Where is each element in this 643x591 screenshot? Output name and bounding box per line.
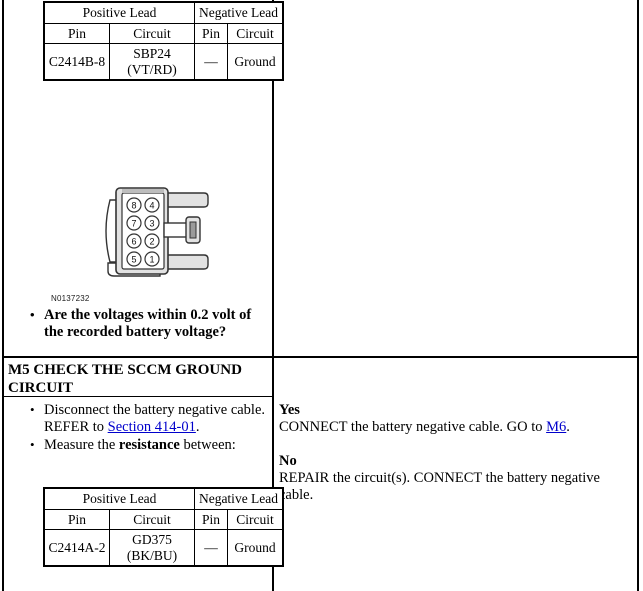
result-no-label: No	[279, 453, 297, 469]
connector-pin-1: 1	[149, 255, 154, 265]
header-positive-pin: Pin	[43, 508, 110, 531]
page-frame-left-rule	[2, 0, 4, 591]
header-negative-lead: Negative Lead	[194, 487, 284, 510]
m5-action-2-pre: Measure the	[44, 437, 119, 453]
cell-positive-pin: C2414B-8	[43, 43, 110, 81]
page-frame-right-rule	[637, 0, 639, 591]
cell-negative-circuit: Ground	[227, 529, 284, 567]
m5-action-list: Disconnect the battery negative cable. R…	[28, 401, 266, 455]
cell-negative-pin: —	[194, 529, 228, 567]
step-m6-link[interactable]: M6	[546, 419, 566, 435]
section-414-01-link[interactable]: Section 414-01	[108, 419, 196, 435]
table-row: Positive Lead Negative Lead	[43, 1, 284, 24]
result-no-text: REPAIR the circuit(s). CONNECT the batte…	[279, 470, 600, 503]
table-row: C2414A-2 GD375 (BK/BU) — Ground	[43, 529, 284, 567]
cell-positive-pin: C2414A-2	[43, 529, 110, 567]
header-negative-lead: Negative Lead	[194, 1, 284, 24]
table-row: Positive Lead Negative Lead	[43, 487, 284, 510]
cell-positive-circuit: GD375 (BK/BU)	[109, 529, 195, 567]
result-spacer	[279, 436, 635, 453]
lead-table-m4: Positive Lead Negative Lead Pin Circuit …	[43, 1, 284, 82]
list-item: Disconnect the battery negative cable. R…	[28, 401, 266, 436]
lead-table-m5: Positive Lead Negative Lead Pin Circuit …	[43, 487, 284, 568]
header-positive-lead: Positive Lead	[43, 487, 195, 510]
connector-illustration-svg: 8 7 6 5 4 3 2 1	[105, 187, 209, 277]
result-yes-pre: CONNECT the battery negative cable. GO t…	[279, 419, 547, 435]
m5-action-2-post: between:	[179, 437, 236, 453]
connector-pin-3: 3	[149, 219, 154, 229]
m5-action-2-emphasis: resistance	[118, 437, 180, 453]
header-positive-lead: Positive Lead	[43, 1, 195, 24]
header-positive-circuit: Circuit	[109, 508, 195, 531]
header-negative-circuit: Circuit	[227, 508, 284, 531]
m4-question-list: Are the voltages within 0.2 volt of the …	[28, 306, 260, 342]
connector-diagram: 8 7 6 5 4 3 2 1	[100, 183, 212, 284]
header-negative-circuit: Circuit	[227, 22, 284, 45]
list-item: Measure the resistance between:	[28, 436, 266, 454]
table-row: C2414B-8 SBP24 (VT/RD) — Ground	[43, 43, 284, 81]
cell-negative-pin: —	[194, 43, 228, 81]
header-positive-pin: Pin	[43, 22, 110, 45]
result-yes-post: .	[566, 419, 570, 435]
cell-positive-circuit: SBP24 (VT/RD)	[109, 43, 195, 81]
connector-pin-7: 7	[131, 219, 136, 229]
connector-pin-8: 8	[131, 201, 136, 211]
header-negative-pin: Pin	[194, 508, 228, 531]
cell-negative-circuit: Ground	[227, 43, 284, 81]
header-negative-pin: Pin	[194, 22, 228, 45]
connector-pin-4: 4	[149, 201, 154, 211]
step-m5-heading: M5 CHECK THE SCCM GROUND CIRCUIT	[8, 362, 242, 396]
header-positive-circuit: Circuit	[109, 22, 195, 45]
result-yes-text: CONNECT the battery negative cable. GO t…	[279, 419, 635, 436]
service-procedure-page: Positive Lead Negative Lead Pin Circuit …	[0, 0, 643, 591]
list-item: Are the voltages within 0.2 volt of the …	[28, 306, 260, 341]
result-yes-label: Yes	[279, 402, 300, 418]
connector-pin-2: 2	[149, 237, 154, 247]
figure-caption: N0137232	[51, 294, 90, 303]
connector-pin-6: 6	[131, 237, 136, 247]
m4-question-line-1: Are the voltages within 0.2 volt of	[44, 307, 252, 323]
table-row: Pin Circuit Pin Circuit	[43, 22, 284, 45]
table-row: Pin Circuit Pin Circuit	[43, 508, 284, 531]
connector-pin-5: 5	[131, 255, 136, 265]
m5-result-column: Yes CONNECT the battery negative cable. …	[279, 402, 635, 504]
m5-action-1-period: .	[195, 419, 200, 435]
m4-question-line-2: the recorded battery voltage?	[44, 324, 227, 340]
step-separator-rule	[3, 356, 638, 358]
